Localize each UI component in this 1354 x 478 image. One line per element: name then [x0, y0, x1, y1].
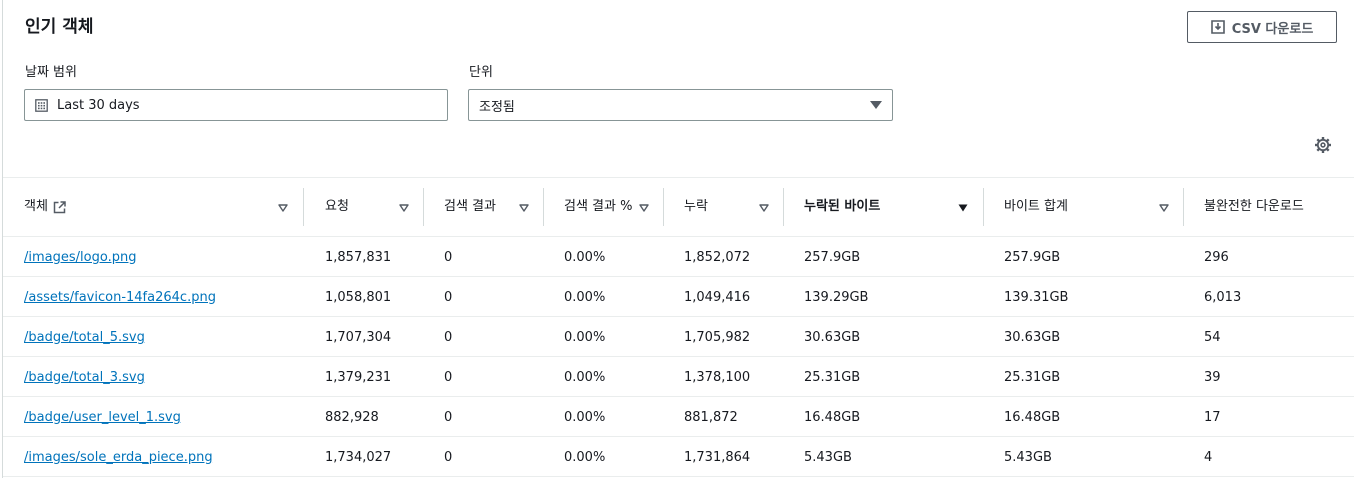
- column-header-label: 검색 결과 %: [564, 199, 633, 214]
- cell-requests: 882,928: [325, 409, 379, 425]
- object-link[interactable]: /badge/user_level_1.svg: [24, 397, 181, 437]
- page-title: 인기 객체: [25, 17, 94, 37]
- object-link[interactable]: /badge/total_3.svg: [24, 357, 145, 397]
- cell-incomplete-downloads: 39: [1204, 369, 1221, 385]
- gear-icon[interactable]: [1314, 136, 1332, 154]
- cell-hits-percent: 0.00%: [564, 329, 606, 345]
- table-row: /assets/favicon-14fa264c.png 1,058,801 0 0.…: [3, 277, 1354, 317]
- cell-total-bytes: 139.31GB: [1004, 289, 1069, 305]
- cell-incomplete-downloads: 6,013: [1204, 289, 1242, 305]
- sort-icon[interactable]: [519, 203, 529, 213]
- object-link[interactable]: /images/sole_erda_piece.png: [24, 437, 213, 477]
- cell-hits-percent: 0.00%: [564, 409, 606, 425]
- cell-incomplete-downloads: 4: [1204, 449, 1213, 465]
- column-header-incomplete-downloads[interactable]: 불완전한 다운로드: [1184, 178, 1354, 236]
- cell-requests: 1,379,231: [325, 369, 392, 385]
- unit-label: 단위: [469, 65, 493, 80]
- csv-download-button[interactable]: CSV 다운로드: [1187, 11, 1337, 43]
- sort-icon[interactable]: [1159, 203, 1169, 213]
- download-icon: [1210, 20, 1225, 34]
- cell-incomplete-downloads: 296: [1204, 249, 1229, 265]
- cell-misses: 1,852,072: [684, 249, 751, 265]
- popular-objects-table: 객체 요청 검색 결과 검색 결과 % 누락 누락된 바이트 바이트 합계 불완…: [3, 177, 1354, 477]
- table-header: 객체 요청 검색 결과 검색 결과 % 누락 누락된 바이트 바이트 합계 불완…: [3, 177, 1354, 237]
- column-header-label: 검색 결과: [444, 199, 496, 214]
- calendar-icon: [35, 98, 48, 112]
- cell-requests: 1,707,304: [325, 329, 392, 345]
- column-header-label: 요청: [325, 199, 349, 214]
- column-header-hits-percent[interactable]: 검색 결과 %: [544, 178, 664, 236]
- table-body: /images/logo.png 1,857,831 0 0.00% 1,852,072…: [3, 237, 1354, 477]
- sort-icon[interactable]: [399, 203, 409, 213]
- cell-requests: 1,734,027: [325, 449, 392, 465]
- cell-misses: 1,378,100: [684, 369, 751, 385]
- cell-total-bytes: 16.48GB: [1004, 409, 1061, 425]
- cell-hits: 0: [444, 329, 453, 345]
- table-row: /badge/total_5.svg 1,707,304 0 0.00% 1,705,9…: [3, 317, 1354, 357]
- cell-total-bytes: 30.63GB: [1004, 329, 1061, 345]
- cell-hits-percent: 0.00%: [564, 369, 606, 385]
- cell-requests: 1,058,801: [325, 289, 392, 305]
- date-range-label: 날짜 범위: [25, 65, 77, 80]
- column-header-requests[interactable]: 요청: [304, 178, 424, 236]
- cell-hits-percent: 0.00%: [564, 289, 606, 305]
- column-header-label: 바이트 합계: [1004, 199, 1068, 214]
- cell-missed-bytes: 30.63GB: [804, 329, 861, 345]
- cell-hits-percent: 0.00%: [564, 449, 606, 465]
- unit-select-value: 조정됨: [479, 99, 515, 115]
- sort-icon[interactable]: [759, 203, 769, 213]
- cell-hits-percent: 0.00%: [564, 249, 606, 265]
- table-row: /images/logo.png 1,857,831 0 0.00% 1,852,072…: [3, 237, 1354, 277]
- column-header-label: 누락된 바이트: [804, 199, 881, 214]
- cell-missed-bytes: 257.9GB: [804, 249, 861, 265]
- object-link[interactable]: /assets/favicon-14fa264c.png: [24, 277, 216, 317]
- date-range-picker[interactable]: Last 30 days: [24, 89, 448, 121]
- cell-incomplete-downloads: 54: [1204, 329, 1221, 345]
- cell-missed-bytes: 25.31GB: [804, 369, 861, 385]
- cell-hits: 0: [444, 369, 453, 385]
- cell-hits: 0: [444, 249, 453, 265]
- table-row: /badge/user_level_1.svg 882,928 0 0.00% 881,…: [3, 397, 1354, 437]
- cell-total-bytes: 257.9GB: [1004, 249, 1061, 265]
- column-header-label: 누락: [684, 199, 708, 214]
- cell-hits: 0: [444, 409, 453, 425]
- cell-hits: 0: [444, 449, 453, 465]
- popular-objects-panel: 인기 객체 CSV 다운로드 날짜 범위 단위 Last 30 days 조정됨: [2, 0, 1354, 478]
- column-header-total-bytes[interactable]: 바이트 합계: [984, 178, 1184, 236]
- column-header-object[interactable]: 객체: [3, 178, 304, 236]
- cell-misses: 881,872: [684, 409, 738, 425]
- cell-total-bytes: 25.31GB: [1004, 369, 1061, 385]
- date-range-value: Last 30 days: [57, 97, 140, 113]
- sort-descending-icon[interactable]: [958, 203, 968, 213]
- unit-select[interactable]: 조정됨: [468, 89, 893, 121]
- cell-misses: 1,731,864: [684, 449, 751, 465]
- column-header-misses[interactable]: 누락: [664, 178, 784, 236]
- external-link-icon[interactable]: [53, 200, 66, 214]
- cell-hits: 0: [444, 289, 453, 305]
- sort-icon[interactable]: [639, 203, 649, 213]
- object-link[interactable]: /badge/total_5.svg: [24, 317, 145, 357]
- cell-total-bytes: 5.43GB: [1004, 449, 1052, 465]
- cell-missed-bytes: 139.29GB: [804, 289, 869, 305]
- cell-misses: 1,049,416: [684, 289, 751, 305]
- cell-missed-bytes: 16.48GB: [804, 409, 861, 425]
- column-header-hits[interactable]: 검색 결과: [424, 178, 544, 236]
- cell-misses: 1,705,982: [684, 329, 751, 345]
- table-row: /images/sole_erda_piece.png 1,734,027 0 0.0…: [3, 437, 1354, 477]
- cell-requests: 1,857,831: [325, 249, 392, 265]
- caret-down-icon: [870, 101, 882, 109]
- cell-missed-bytes: 5.43GB: [804, 449, 852, 465]
- table-row: /badge/total_3.svg 1,379,231 0 0.00% 1,378,1…: [3, 357, 1354, 397]
- cell-incomplete-downloads: 17: [1204, 409, 1221, 425]
- column-header-missed-bytes[interactable]: 누락된 바이트: [784, 178, 984, 236]
- column-header-label: 불완전한 다운로드: [1204, 199, 1304, 214]
- csv-download-label: CSV 다운로드: [1231, 21, 1314, 37]
- sort-icon[interactable]: [278, 203, 288, 213]
- column-header-label: 객체: [24, 199, 48, 214]
- object-link[interactable]: /images/logo.png: [24, 237, 136, 277]
